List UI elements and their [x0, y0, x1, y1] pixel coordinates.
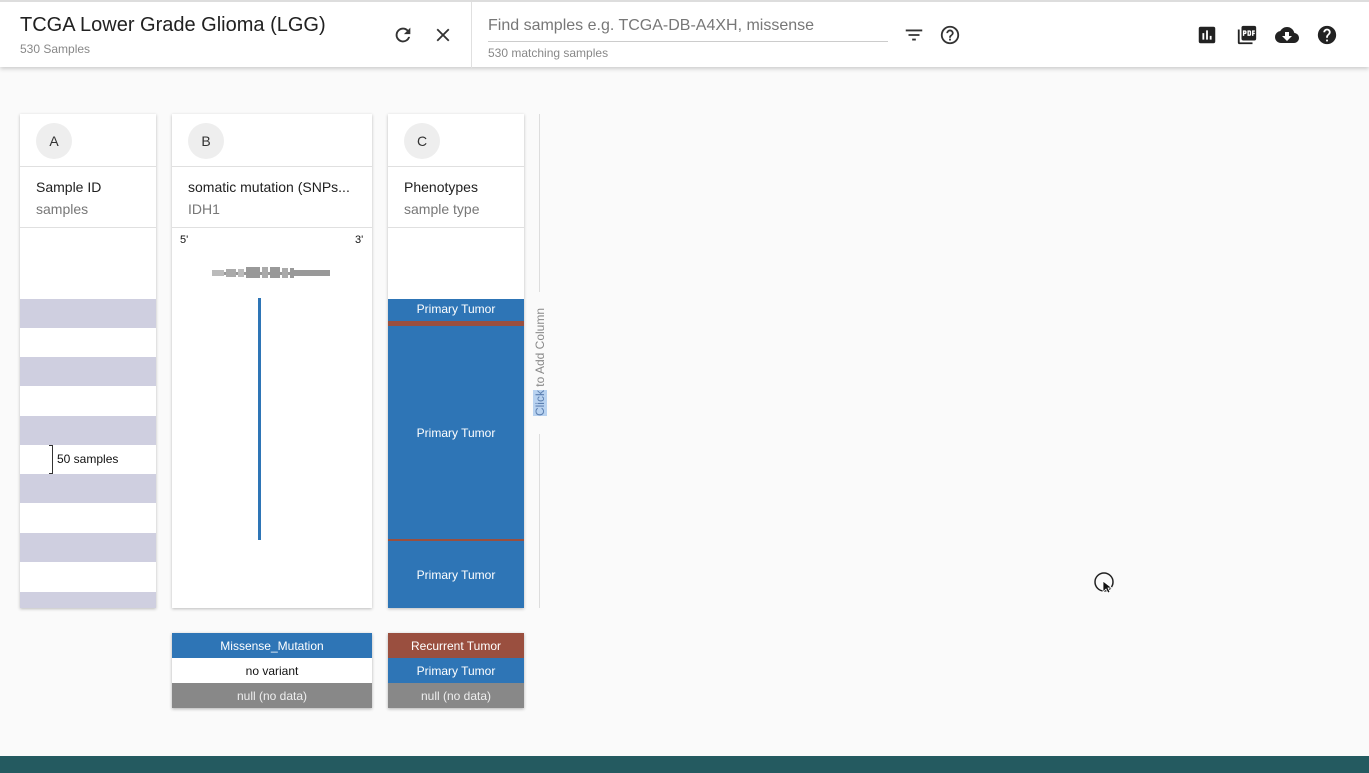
sample-band: [20, 592, 156, 608]
legend-item-missense: Missense_Mutation: [172, 633, 372, 658]
search-help-button[interactable]: [936, 21, 964, 49]
add-column[interactable]: Click to Add Column: [532, 114, 548, 608]
help-icon: [1317, 25, 1337, 45]
add-column-text: to Add Column: [533, 307, 547, 391]
column-c-header: C: [388, 114, 524, 167]
field-label: somatic mutation (SNPs...: [188, 179, 350, 195]
cohort-header: TCGA Lower Grade Glioma (LGG) 530 Sample…: [20, 14, 326, 56]
pdf-export-button[interactable]: [1233, 21, 1261, 49]
column-a-field[interactable]: Sample ID samples: [20, 167, 156, 228]
legend-item-no-variant: no variant: [172, 658, 372, 683]
search-input[interactable]: [488, 12, 888, 42]
legend-item-null: null (no data): [388, 683, 524, 708]
field-sublabel: IDH1: [188, 201, 220, 217]
sample-band: [20, 474, 156, 503]
top-bar: TCGA Lower Grade Glioma (LGG) 530 Sample…: [0, 0, 1369, 69]
chart-view-button[interactable]: [1193, 21, 1221, 49]
column-letter[interactable]: C: [404, 123, 440, 159]
five-prime-label: 5': [180, 234, 189, 246]
pdf-icon: [1237, 25, 1257, 45]
legend-column-c: Recurrent Tumor Primary Tumor null (no d…: [388, 633, 524, 708]
add-column-line: [539, 434, 540, 608]
add-column-line: [539, 114, 540, 292]
legend-column-b: Missense_Mutation no variant null (no da…: [172, 633, 372, 708]
sample-band: [20, 357, 156, 386]
sample-search: 530 matching samples: [488, 12, 888, 60]
add-column-click: Click: [533, 390, 547, 417]
column-b: B somatic mutation (SNPs... IDH1 5' 3': [172, 114, 372, 608]
download-button[interactable]: [1273, 21, 1301, 49]
field-sublabel: samples: [36, 201, 89, 217]
legend-item-primary-tumor: Primary Tumor: [388, 658, 524, 683]
mutation-bar: [258, 298, 261, 540]
three-prime-label: 3': [355, 234, 364, 246]
phenotype-segments[interactable]: Primary Tumor Primary Tumor Primary Tumo…: [388, 299, 524, 608]
mutation-plot[interactable]: 5' 3': [172, 228, 372, 608]
filter-icon: [905, 29, 923, 41]
cursor-icon: [1094, 572, 1114, 594]
sample-id-bands[interactable]: 50 samples: [20, 228, 156, 608]
segment-primary-tumor: Primary Tumor: [388, 299, 524, 321]
column-letter[interactable]: B: [188, 123, 224, 159]
field-label: Sample ID: [36, 179, 102, 195]
add-column-label[interactable]: Click to Add Column: [533, 304, 547, 420]
column-b-field[interactable]: somatic mutation (SNPs... IDH1: [172, 167, 372, 228]
field-label: Phenotypes: [404, 179, 478, 195]
segment-primary-tumor: Primary Tumor: [388, 326, 524, 539]
refresh-icon: [395, 27, 411, 43]
bar-chart-icon: [1198, 26, 1216, 44]
help-button[interactable]: [1313, 21, 1341, 49]
cohort-sample-count: 530 Samples: [20, 42, 91, 56]
legend-item-null: null (no data): [172, 683, 372, 708]
sample-band: [20, 299, 156, 328]
column-b-header: B: [172, 114, 372, 167]
column-c-field[interactable]: Phenotypes sample type: [388, 167, 524, 228]
help-outline-icon: [940, 25, 960, 45]
gene-model-icon: [212, 267, 330, 278]
cloud-download-icon: [1275, 27, 1299, 43]
segment-primary-tumor: Primary Tumor: [388, 541, 524, 608]
legend-item-recurrent-tumor: Recurrent Tumor: [388, 633, 524, 658]
field-sublabel: sample type: [404, 201, 480, 217]
sample-bracket-label: 50 samples: [57, 452, 119, 466]
column-letter[interactable]: A: [36, 123, 72, 159]
filter-button[interactable]: [900, 21, 928, 49]
footer-bar: [0, 756, 1369, 773]
column-a: A Sample ID samples 50 samples: [20, 114, 156, 608]
cohort-title[interactable]: TCGA Lower Grade Glioma (LGG): [20, 14, 326, 37]
close-cohort-button[interactable]: [429, 21, 457, 49]
mouse-cursor: [1094, 572, 1114, 594]
sample-bracket: [49, 445, 53, 474]
column-c: C Phenotypes sample type Primary Tumor P…: [388, 114, 524, 608]
close-icon: [436, 28, 450, 42]
refresh-button[interactable]: [389, 21, 417, 49]
matching-count: 530 matching samples: [488, 46, 609, 60]
sample-band: [20, 533, 156, 562]
header-divider: [471, 2, 472, 69]
column-a-header: A: [20, 114, 156, 167]
sample-band: [20, 416, 156, 445]
